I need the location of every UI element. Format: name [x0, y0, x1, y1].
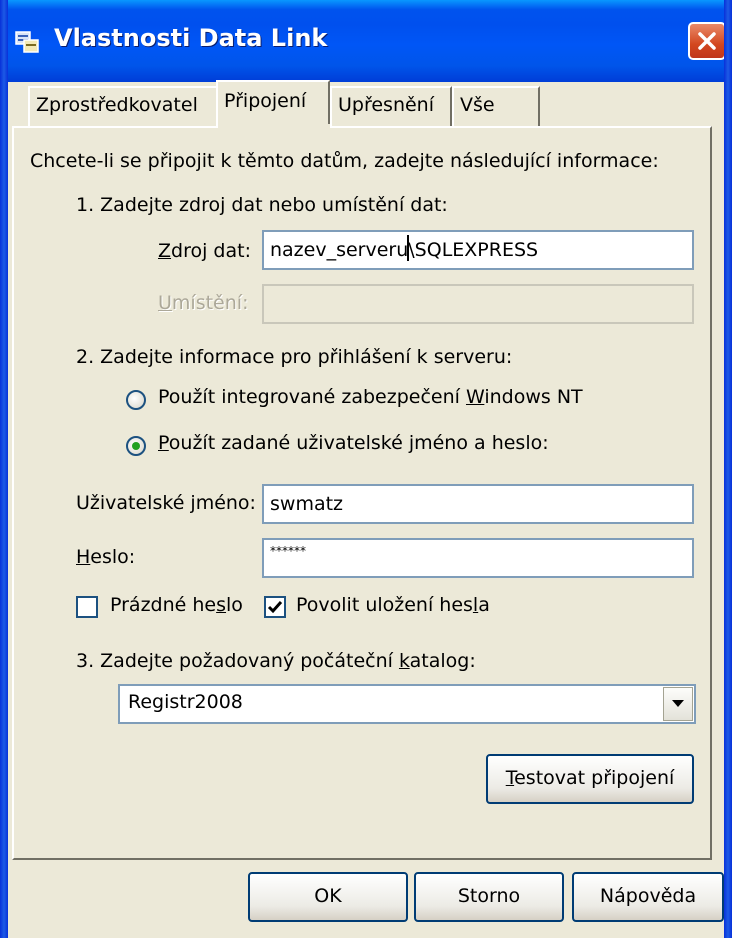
window-title: Vlastnosti Data Link — [54, 24, 328, 52]
title-bar: Vlastnosti Data Link — [0, 0, 732, 82]
radio-selected-dot — [132, 442, 140, 450]
datasource-label: Zdroj dat: — [158, 240, 251, 262]
save-password-checkbox[interactable] — [264, 596, 286, 618]
password-input[interactable]: ****** — [262, 538, 694, 578]
location-label: Umístění: — [158, 292, 249, 314]
tab-pripojeni[interactable]: Připojení — [216, 80, 330, 128]
tab-vse[interactable]: Vše — [452, 86, 540, 126]
catalog-value: Registr2008 — [128, 691, 243, 713]
catalog-dropdown[interactable]: Registr2008 — [118, 684, 696, 724]
window-frame-left — [0, 0, 8, 938]
integrated-security-radio[interactable] — [126, 390, 146, 410]
ok-button[interactable]: OK — [248, 872, 408, 922]
blank-password-label[interactable]: Prázdné heslo — [110, 594, 243, 616]
datasource-input[interactable]: nazev_serveru\SQLEXPRESS — [262, 230, 694, 270]
username-input[interactable]: swmatz — [262, 484, 694, 524]
active-tab-joint — [218, 124, 330, 128]
tab-upresneni[interactable]: Upřesnění — [330, 86, 452, 126]
username-label: Uživatelské jméno: — [76, 492, 256, 514]
test-connection-button[interactable]: Testovat připojení — [486, 754, 694, 804]
close-button[interactable] — [688, 22, 726, 60]
catalog-dropdown-button[interactable] — [663, 687, 693, 721]
password-label: Heslo: — [76, 546, 136, 568]
save-password-label[interactable]: Povolit uložení hesla — [296, 594, 490, 616]
step2-heading: 2. Zadejte informace pro přihlášení k se… — [76, 346, 513, 368]
checkmark-icon — [267, 601, 283, 614]
step1-heading: 1. Zadejte zdroj dat nebo umístění dat: — [76, 194, 448, 216]
data-link-icon — [15, 31, 39, 53]
location-input — [262, 284, 694, 324]
tab-label: Zprostředkovatel — [36, 94, 198, 116]
help-button[interactable]: Nápověda — [572, 872, 724, 922]
specific-credentials-radio[interactable] — [126, 436, 146, 456]
cancel-button[interactable]: Storno — [414, 872, 564, 922]
tab-label: Upřesnění — [338, 94, 435, 116]
chevron-down-icon — [672, 700, 684, 707]
close-icon — [698, 32, 716, 50]
intro-text: Chcete-li se připojit k těmto datům, zad… — [30, 150, 659, 172]
blank-password-checkbox[interactable] — [76, 596, 98, 618]
specific-credentials-label[interactable]: Použít zadané uživatelské jméno a heslo: — [158, 432, 549, 454]
tab-label: Vše — [460, 94, 495, 116]
tab-label: Připojení — [224, 90, 307, 112]
tab-zprostredkovatel[interactable]: Zprostředkovatel — [28, 86, 218, 126]
step3-heading: 3. Zadejte požadovaný počáteční katalog: — [76, 650, 476, 672]
window-frame-right — [724, 0, 732, 938]
integrated-security-label[interactable]: Použít integrované zabezpečení Windows N… — [158, 386, 583, 408]
